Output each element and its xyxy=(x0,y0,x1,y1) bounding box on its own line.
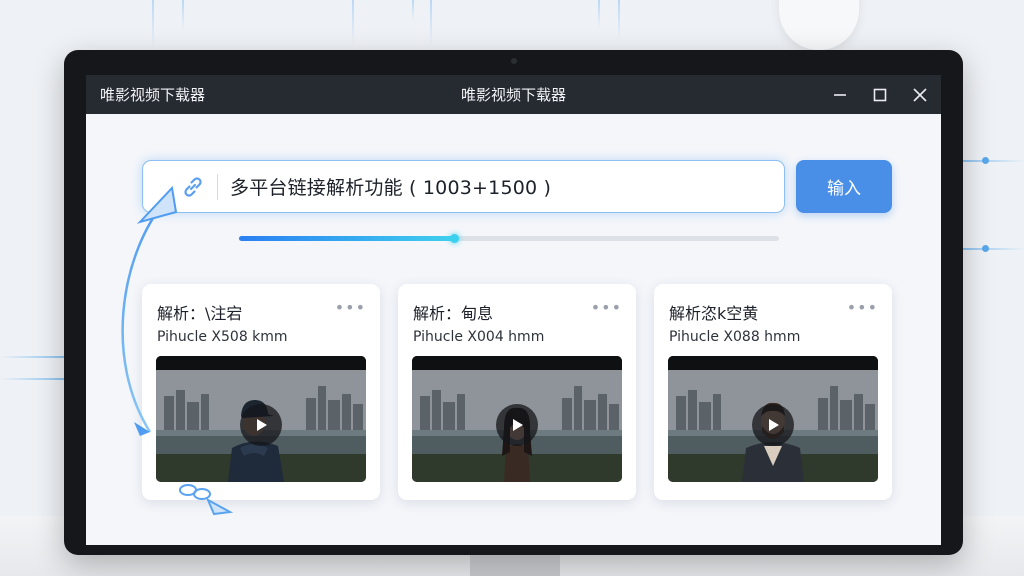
play-icon xyxy=(769,419,779,432)
input-divider xyxy=(217,173,218,200)
window-title: 唯影视频下载器 xyxy=(460,86,566,104)
more-options-button[interactable]: ••• xyxy=(591,298,622,317)
more-options-button[interactable]: ••• xyxy=(335,298,366,317)
webcam xyxy=(511,58,517,64)
result-card[interactable]: 解析恣k空黄 ••• Pihucle X088 hmm xyxy=(654,284,892,500)
play-button[interactable] xyxy=(752,404,794,447)
app-window: 唯影视频下载器 唯影视频下载器 多平台链接解析功能 (1003+1500) … xyxy=(86,75,941,545)
minimize-icon xyxy=(834,93,846,96)
monitor: 唯影视频下载器 唯影视频下载器 多平台链接解析功能 (1003+1500) … xyxy=(64,50,963,555)
video-thumbnail[interactable] xyxy=(668,356,878,482)
progress-bar xyxy=(239,234,779,243)
card-title: 解析：\注宕 xyxy=(157,304,243,323)
url-input[interactable]: 多平台链接解析功能 ( 1003+1500 ) xyxy=(142,160,785,213)
card-title: 解析：甸息 xyxy=(413,304,494,323)
title-bar: 唯影视频下载器 唯影视频下载器 xyxy=(86,75,941,114)
link-icon xyxy=(173,174,213,200)
main-content: 多平台链接解析功能 ( 1003+1500 ) 输入 解析：\注宕 ••• Pi… xyxy=(86,114,941,545)
result-card[interactable]: 解析：甸息 ••• Pihucle X004 hmm xyxy=(398,284,636,500)
lamp xyxy=(779,0,859,50)
result-card[interactable]: 解析：\注宕 ••• Pihucle X508 kmm xyxy=(142,284,380,500)
progress-fill xyxy=(239,234,459,243)
card-subtitle: Pihucle X088 hmm xyxy=(669,329,801,345)
minimize-button[interactable] xyxy=(827,82,853,108)
maximize-button[interactable] xyxy=(867,82,893,108)
card-title: 解析恣k空黄 xyxy=(669,304,759,323)
close-button[interactable] xyxy=(907,82,933,108)
play-icon xyxy=(513,419,523,432)
play-icon xyxy=(257,419,267,432)
video-thumbnail[interactable] xyxy=(156,356,366,482)
card-subtitle: Pihucle X508 kmm xyxy=(157,329,288,345)
play-button[interactable] xyxy=(240,404,282,447)
card-subtitle: Pihucle X004 hmm xyxy=(413,329,545,345)
url-input-value: 多平台链接解析功能 ( 1003+1500 ) xyxy=(230,177,552,199)
play-button[interactable] xyxy=(496,404,538,447)
window-controls xyxy=(827,75,933,114)
video-thumbnail[interactable] xyxy=(412,356,622,482)
more-options-button[interactable]: ••• xyxy=(847,298,878,317)
maximize-icon xyxy=(873,88,887,101)
result-cards: 解析：\注宕 ••• Pihucle X508 kmm 解析：甸息 ••• Pi… xyxy=(142,284,892,502)
close-icon xyxy=(913,87,927,102)
submit-button[interactable]: 输入 xyxy=(796,160,892,213)
